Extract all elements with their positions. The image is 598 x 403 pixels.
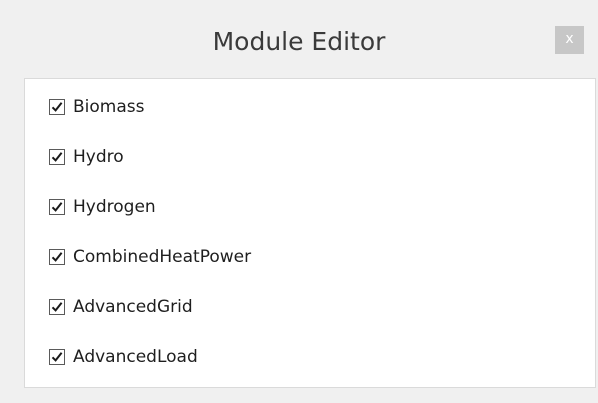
checkmark-icon <box>51 352 63 362</box>
hydro-checkbox[interactable] <box>49 149 65 165</box>
checkmark-icon <box>51 252 63 262</box>
module-label: Hydro <box>73 147 124 167</box>
combined-heat-power-checkbox[interactable] <box>49 249 65 265</box>
title-bar: Module Editor x <box>0 0 598 80</box>
module-list: Biomass Hydro Hydrogen CombinedHeatPower <box>49 95 251 369</box>
module-label: CombinedHeatPower <box>73 247 252 267</box>
module-item-hydrogen[interactable]: Hydrogen <box>49 195 251 219</box>
checkmark-icon <box>51 202 63 212</box>
checkmark-icon <box>51 102 63 112</box>
advanced-grid-checkbox[interactable] <box>49 299 65 315</box>
module-label: AdvancedGrid <box>73 297 193 317</box>
window-title: Module Editor <box>212 27 386 56</box>
biomass-checkbox[interactable] <box>49 99 65 115</box>
module-item-hydro[interactable]: Hydro <box>49 145 251 169</box>
module-list-panel: Biomass Hydro Hydrogen CombinedHeatPower <box>24 78 596 388</box>
close-icon: x <box>565 31 574 47</box>
close-button[interactable]: x <box>555 26 584 54</box>
module-label: Hydrogen <box>73 197 156 217</box>
module-label: Biomass <box>73 97 145 117</box>
module-item-biomass[interactable]: Biomass <box>49 95 251 119</box>
module-item-advanced-grid[interactable]: AdvancedGrid <box>49 295 251 319</box>
checkmark-icon <box>51 152 63 162</box>
hydrogen-checkbox[interactable] <box>49 199 65 215</box>
module-item-advanced-load[interactable]: AdvancedLoad <box>49 345 251 369</box>
module-item-combined-heat-power[interactable]: CombinedHeatPower <box>49 245 251 269</box>
checkmark-icon <box>51 302 63 312</box>
module-editor-window: Module Editor x Biomass Hydro Hydrogen C… <box>0 0 598 403</box>
advanced-load-checkbox[interactable] <box>49 349 65 365</box>
module-label: AdvancedLoad <box>73 347 198 367</box>
